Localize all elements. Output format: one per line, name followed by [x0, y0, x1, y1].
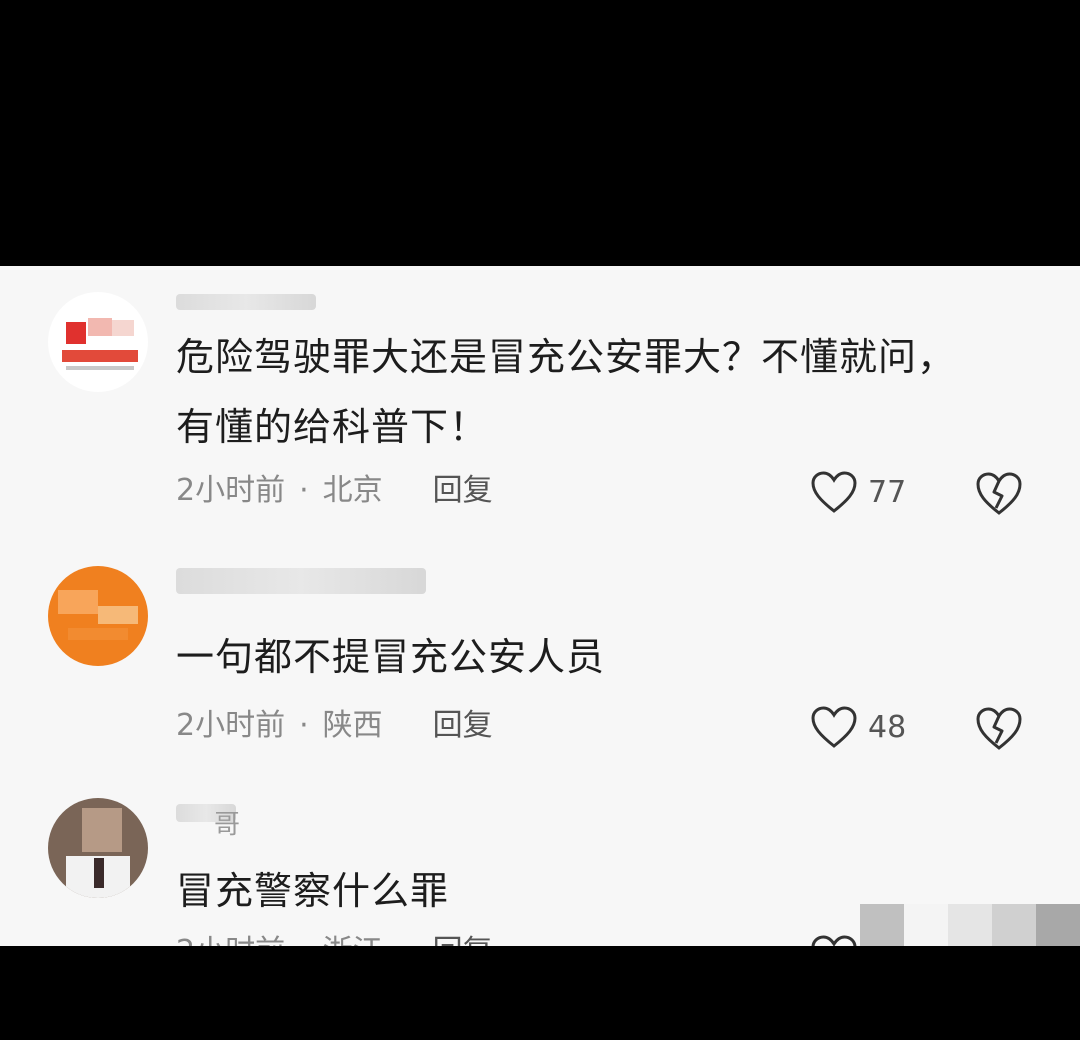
comment-location: 浙江 — [323, 934, 383, 946]
username[interactable]: 哥 — [214, 812, 240, 838]
watermark-blur — [860, 904, 1080, 946]
comment-time: 2小时前 — [176, 934, 285, 946]
comment-text: 冒充警察什么罪 — [176, 869, 450, 913]
broken-heart-icon[interactable] — [975, 705, 1023, 751]
comment-meta: 2小时前 · 浙江 回复 — [176, 932, 493, 946]
comment-time: 2小时前 — [176, 473, 286, 508]
avatar[interactable] — [48, 566, 148, 666]
heart-outline-icon — [811, 935, 857, 946]
username-redacted[interactable] — [176, 294, 316, 310]
meta-separator: · — [299, 708, 309, 743]
comment-panel: 危险驾驶罪大还是冒充公安罪大？不懂就问，有懂的给科普下！ 2小时前 · 北京 回复 7… — [0, 266, 1080, 946]
comment-item: 一句都不提冒充公安人员 2小时前 · 陕西 回复 48 — [0, 546, 1080, 786]
username-redacted[interactable] — [176, 568, 426, 594]
comment-location: 北京 — [322, 473, 383, 508]
meta-separator: · — [299, 473, 309, 508]
broken-heart-icon[interactable] — [975, 470, 1023, 516]
like-button[interactable]: 77 — [810, 468, 906, 516]
comment-meta: 2小时前 · 北京 回复 — [176, 471, 493, 511]
reply-button[interactable]: 回复 — [433, 473, 493, 508]
comment-time: 2小时前 — [176, 708, 286, 743]
avatar[interactable] — [48, 292, 148, 392]
comment-meta: 2小时前 · 陕西 回复 — [176, 706, 493, 746]
heart-outline-icon — [811, 706, 857, 748]
comment-location: 陕西 — [322, 708, 383, 743]
like-count: 77 — [868, 474, 907, 510]
meta-separator: · — [299, 934, 309, 946]
like-count: 48 — [868, 709, 907, 745]
heart-outline-icon — [811, 471, 857, 513]
avatar[interactable] — [48, 798, 148, 898]
reply-button[interactable]: 回复 — [433, 708, 493, 743]
like-button[interactable]: 48 — [810, 703, 906, 751]
comment-text: 危险驾驶罪大还是冒充公安罪大？不懂就问，有懂的给科普下！ — [176, 335, 957, 449]
comment-item: 危险驾驶罪大还是冒充公安罪大？不懂就问，有懂的给科普下！ 2小时前 · 北京 回复 7… — [0, 266, 1080, 515]
reply-button[interactable]: 回复 — [433, 934, 493, 946]
comment-text: 一句都不提冒充公安人员 — [176, 635, 606, 679]
